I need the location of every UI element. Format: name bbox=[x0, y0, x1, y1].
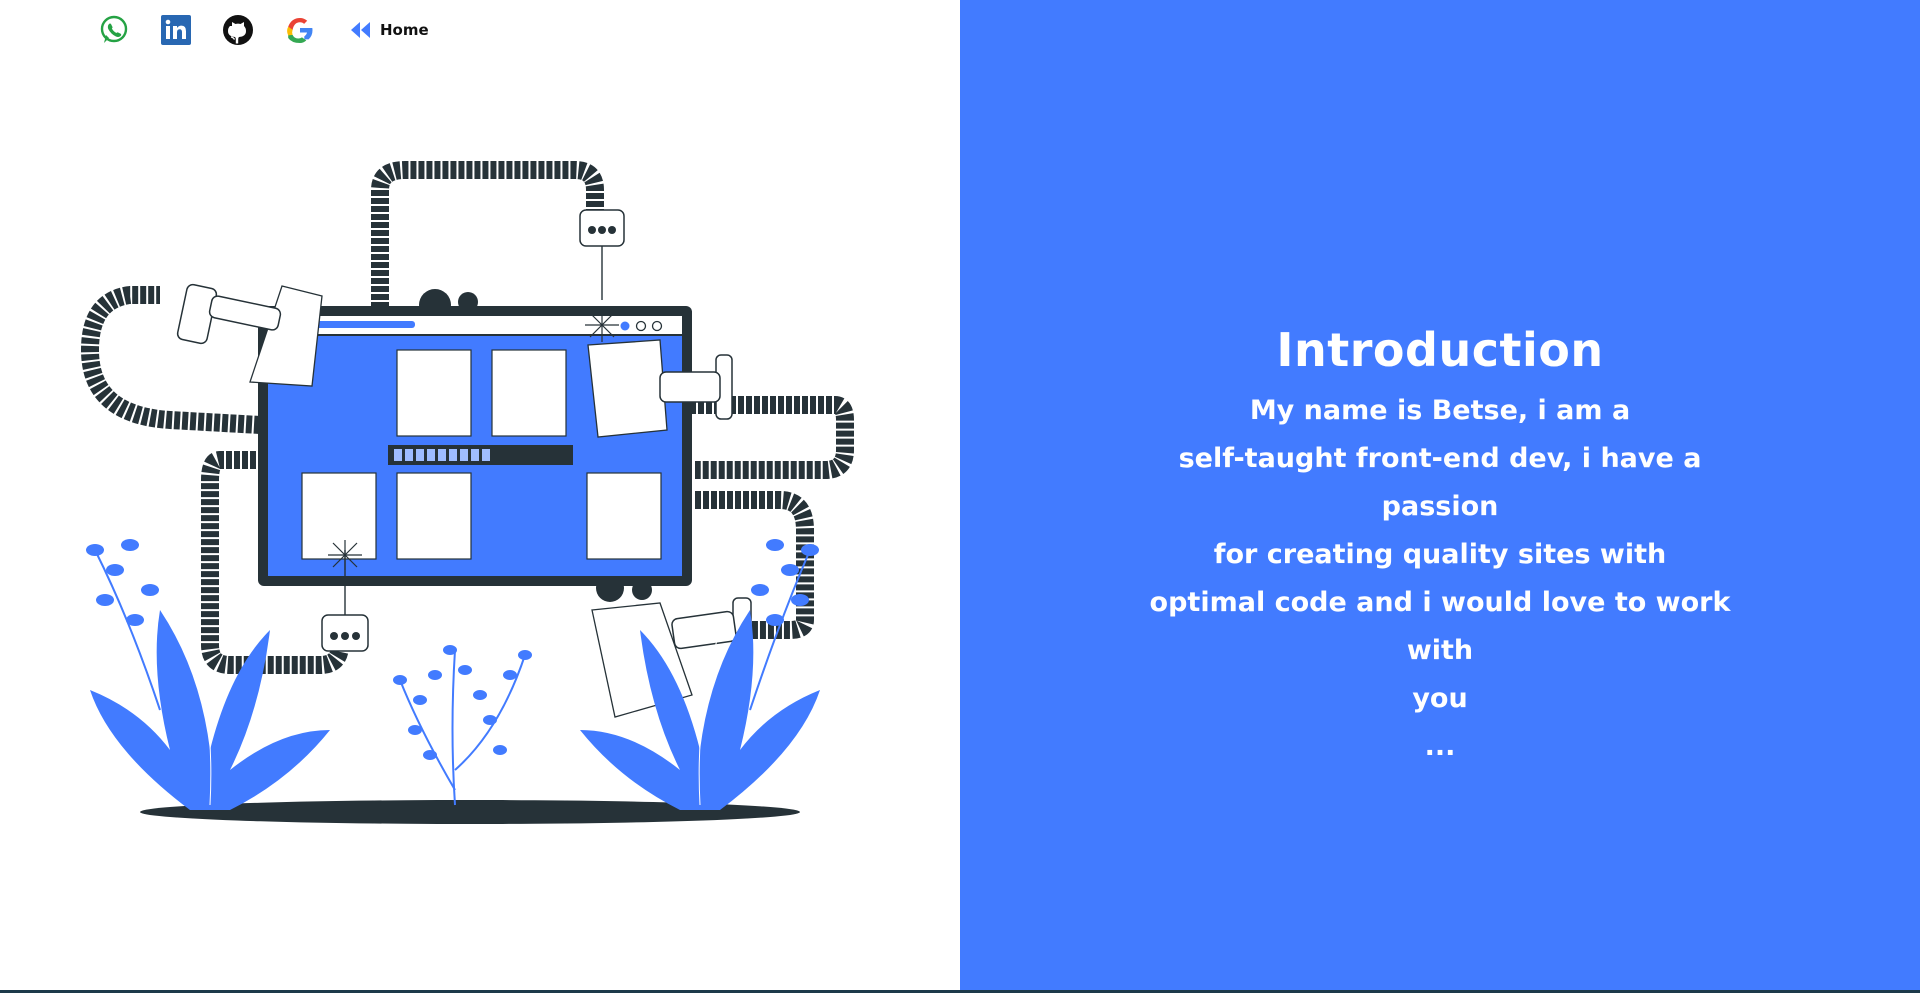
intro-title: Introduction bbox=[1276, 323, 1604, 377]
google-icon bbox=[287, 18, 313, 43]
linkedin-link[interactable] bbox=[158, 12, 194, 48]
top-nav: Home bbox=[96, 10, 429, 50]
github-icon bbox=[223, 15, 253, 45]
home-label: Home bbox=[380, 21, 429, 39]
intro-line: optimal code and i would love to work wi… bbox=[1149, 587, 1731, 666]
google-link[interactable] bbox=[282, 12, 318, 48]
left-panel: Home bbox=[0, 0, 960, 990]
rewind-icon bbox=[351, 22, 370, 38]
home-link[interactable]: Home bbox=[350, 21, 429, 39]
intro-line: My name is Betse, i am a bbox=[1249, 395, 1631, 426]
intro-section: Introduction My name is Betse, i am a se… bbox=[960, 315, 1920, 771]
github-link[interactable] bbox=[220, 12, 256, 48]
intro-line: for creating quality sites with bbox=[1213, 539, 1667, 570]
intro-text: My name is Betse, i am a self-taught fro… bbox=[1120, 387, 1760, 771]
intro-line: you bbox=[1412, 683, 1468, 714]
linkedin-icon bbox=[161, 15, 191, 45]
developer-illustration bbox=[80, 161, 854, 824]
intro-line: self-taught front-end dev, i have a pass… bbox=[1178, 443, 1702, 522]
whatsapp-link[interactable] bbox=[96, 12, 132, 48]
intro-ellipsis: ... bbox=[1424, 731, 1456, 762]
whatsapp-icon bbox=[100, 15, 128, 43]
